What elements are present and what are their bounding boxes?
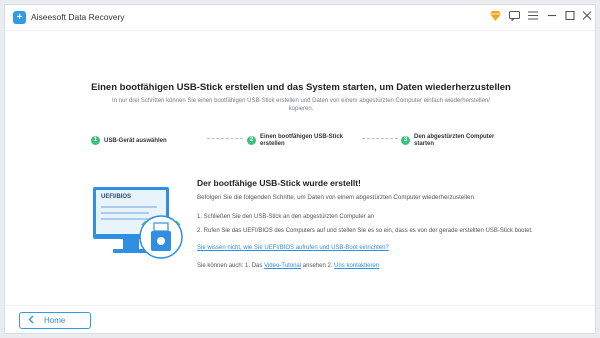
chat-icon[interactable]	[507, 11, 521, 25]
step-divider	[207, 138, 243, 139]
app-title: Aiseesoft Data Recovery	[31, 12, 125, 22]
title-bar: + Aiseesoft Data Recovery	[5, 5, 595, 31]
footer-bar: Home	[5, 305, 595, 334]
step-indicator: 1 USB-Gerät auswählen 2 Einen bootfähige…	[5, 133, 597, 153]
app-window: + Aiseesoft Data Recovery Einen bootfähi…	[4, 4, 596, 334]
success-subtitle: Befolgen Sie die folgenden Schritte, um …	[197, 194, 474, 201]
step-2-check-icon: 2	[247, 136, 256, 145]
step-divider	[362, 138, 398, 139]
contact-us-link[interactable]: Uns kontaktieren	[334, 263, 379, 269]
close-icon[interactable]	[580, 11, 594, 25]
uefi-bios-label: UEFI/BIOS	[101, 194, 132, 200]
page-subtitle: In nur drei Schritten können Sie einen b…	[112, 98, 490, 112]
minimize-icon[interactable]	[545, 11, 559, 25]
video-tutorial-link[interactable]: Video-Tutorial	[264, 263, 301, 269]
chevron-left-icon	[28, 315, 34, 327]
step-3-check-icon: 3	[401, 136, 410, 145]
alternatives-prefix: Sie können auch: 1. Das	[197, 263, 263, 269]
step-3-label: Den abgestürzten Computer starten	[414, 134, 495, 147]
step-2-label: Einen bootfähigen USB-Stick erstellen	[260, 134, 344, 147]
uefi-bios-help-link[interactable]: Sie wissen nicht, wie Sie UEFI/BIOS aufr…	[197, 245, 389, 251]
step-1-label: USB-Gerät auswählen	[104, 138, 167, 144]
step-1-check-icon: 1	[91, 136, 100, 145]
app-logo-icon: +	[13, 11, 26, 24]
home-button[interactable]: Home	[19, 312, 91, 329]
instruction-1: 1. Schließen Sie den USB-Stick an den ab…	[197, 214, 375, 220]
alternatives-middle: ansehen 2.	[302, 263, 333, 269]
instruction-2: 2. Rufen Sie das UEFI/BIOS des Computers…	[197, 228, 533, 234]
maximize-icon[interactable]	[563, 10, 577, 25]
alternatives-line: Sie können auch: 1. Das Video-Tutorial a…	[197, 263, 379, 269]
computer-usb-illustration: UEFI/BIOS	[93, 187, 197, 267]
success-title: Der bootfähige USB-Stick wurde erstellt!	[197, 178, 361, 188]
page-title: Einen bootfähigen USB-Stick erstellen un…	[91, 82, 511, 93]
menu-icon[interactable]	[526, 11, 540, 25]
home-button-label: Home	[44, 316, 66, 325]
gem-icon[interactable]	[488, 11, 502, 25]
